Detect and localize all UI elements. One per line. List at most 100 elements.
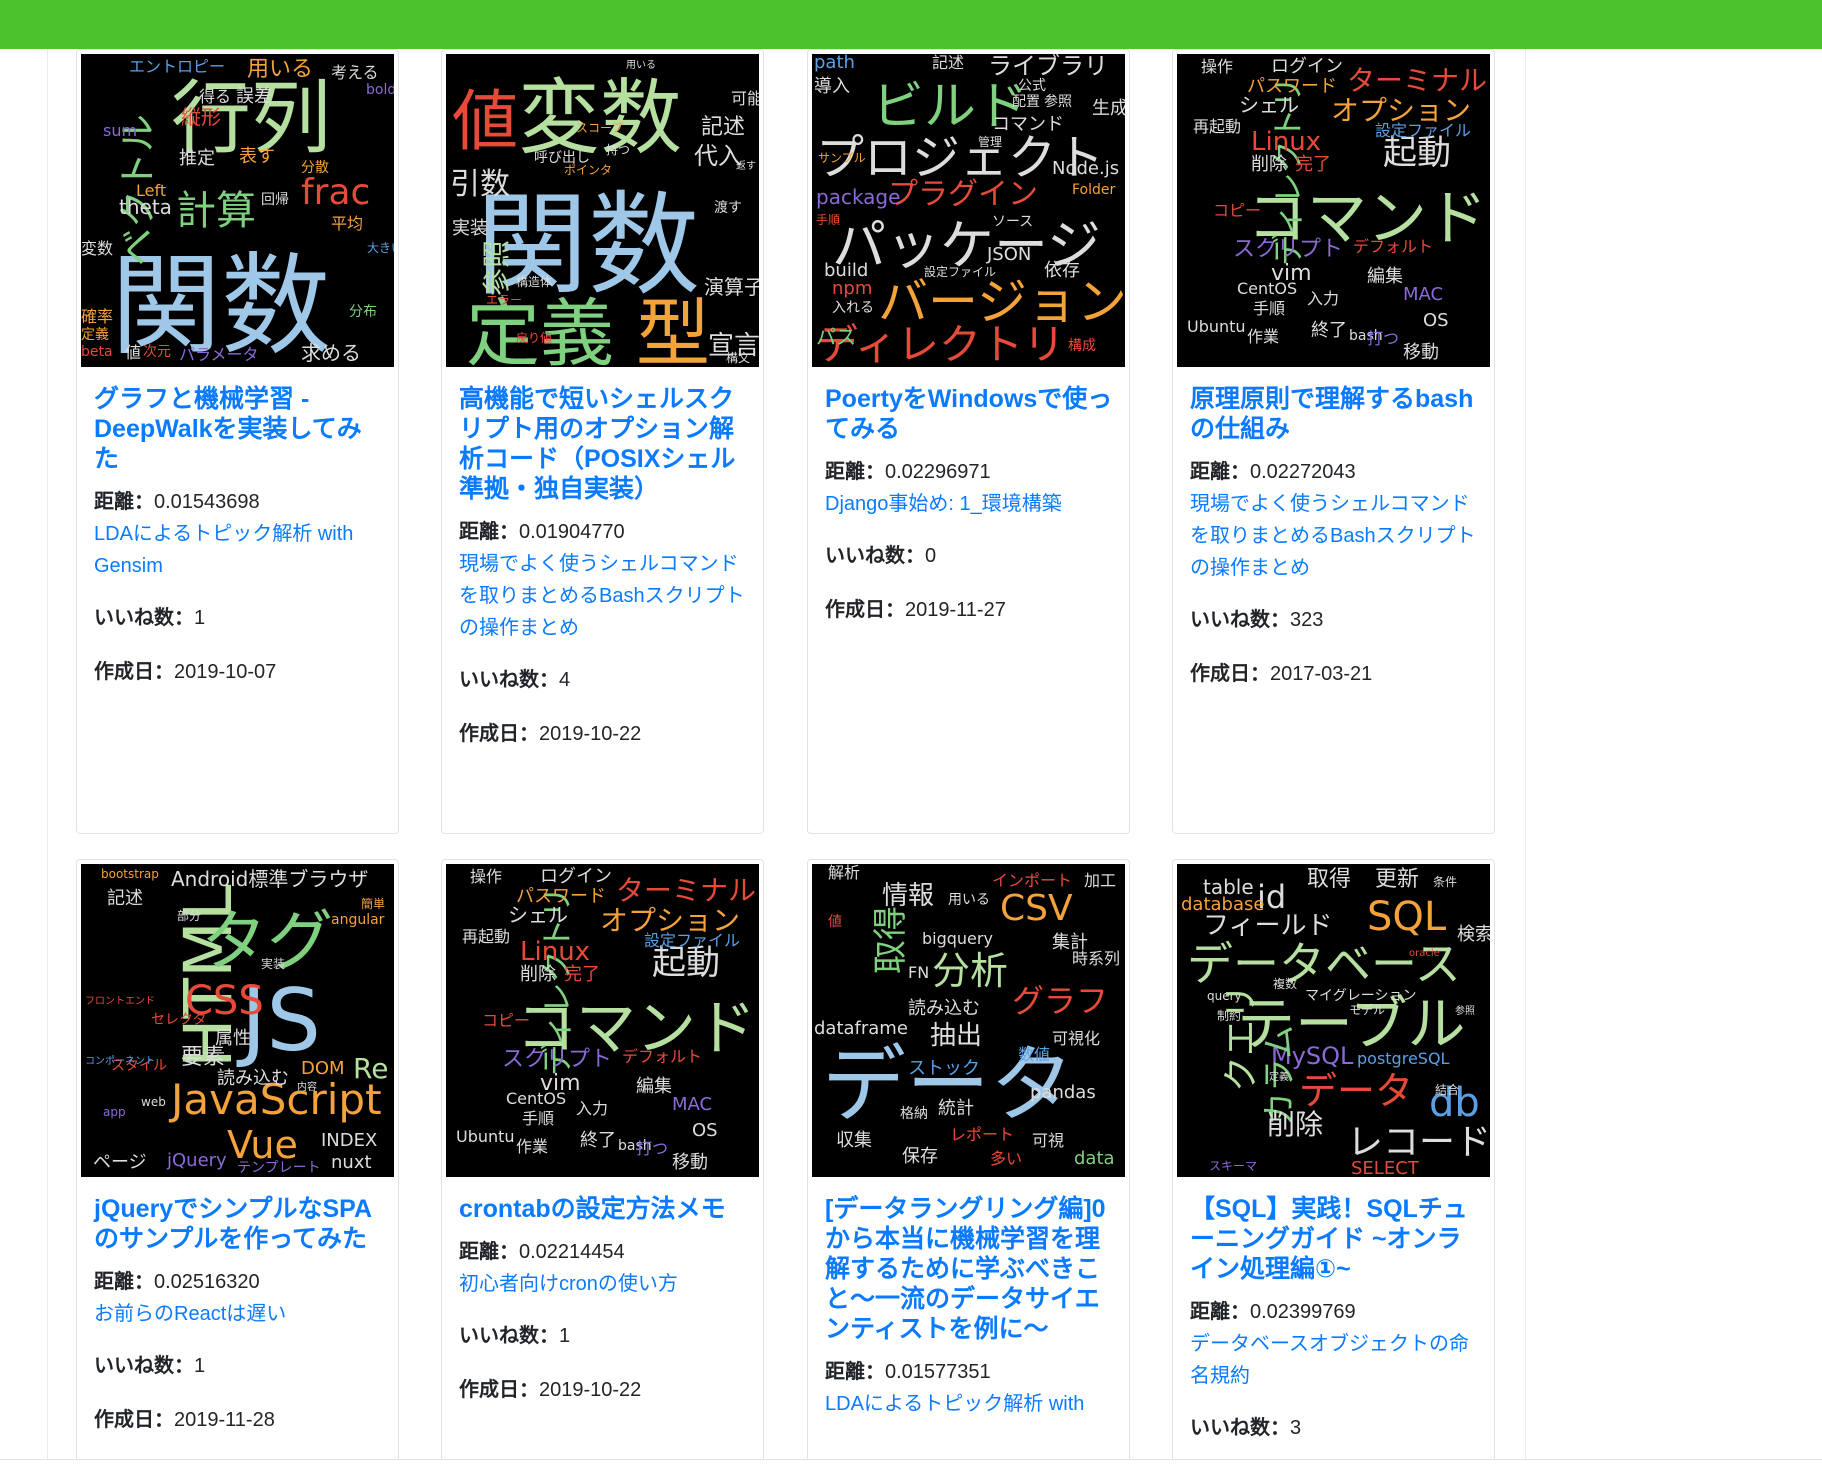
related-article-link[interactable]: お前らのReactは遅い [94,1298,384,1330]
article-title-link[interactable]: PoertyをWindowsで使ってみる [825,384,1115,444]
cloud-word: 内容 [297,1080,317,1093]
article-card: HTML タグ JS CSS JavaScript Vue Re・Act And… [76,859,399,1459]
related-article-link[interactable]: Django事始め: 1_環境構築 [825,488,1115,520]
cloud-word: sum [103,121,137,140]
cloud-word: CentOS [1237,279,1297,298]
cloud-word: データ [1299,1069,1413,1113]
likes-row: いいね数：3 [1190,1412,1480,1444]
distance-label: 距離： [94,1271,154,1293]
likes-label: いいね数： [94,607,194,629]
article-title-link[interactable]: 高機能で短いシェルスクリプト用のオプション解析コード（POSIXシェル準拠・独自… [459,384,749,504]
cloud-word: 削除 [1251,154,1287,175]
cloud-word: Node.js [1052,158,1119,179]
cloud-word: 考える [331,63,379,82]
cloud-word: 加工 [1084,871,1116,890]
related-article-link[interactable]: LDAによるトピック解析 with Gensim [94,518,384,582]
cloud-word: 操作 [470,867,502,886]
cloud-word: ターミナル [616,874,756,907]
word-cloud-image[interactable]: データベース テーブル SQL id フィールド 取得 更新 table dat… [1177,864,1490,1177]
created-value: 2019-10-07 [174,661,277,683]
cloud-word: 求める [301,341,361,365]
cloud-word: 手順 [522,1109,554,1128]
word-cloud-image[interactable]: ビルド プロジェクト パッケージ バージョン ディレクトリ ライブラリ プラグイ… [812,54,1125,367]
created-value: 2019-11-28 [174,1409,275,1431]
cloud-word: モデル [1349,1002,1385,1017]
word-cloud-image[interactable]: 行列 関数 ベクトル 計算 frac 推定 表す 用いる 縦形 エントロピー 得… [81,54,394,367]
word-cloud-image[interactable]: 変数 関数 値 定義 型 引数 参照 宣言 記述 代入 可能 演算子 呼び出し … [446,54,759,367]
cloud-word: app [103,1105,126,1119]
likes-value: 1 [194,1355,206,1377]
cloud-word: クエリ [1221,984,1262,1092]
word-cloud-image[interactable]: データ 分析 CSV グラフ 取得 情報 抽出 解析 インポート 加工 値 用い… [812,864,1125,1177]
related-article-link[interactable]: 現場でよく使うシェルコマンドを取りまとめるBashスクリプトの操作まとめ [1190,488,1480,584]
cloud-word: 返す [736,160,756,172]
cloud-word: MAC [672,1094,712,1115]
article-title-link[interactable]: jQueryでシンプルなSPAのサンプルを作ってみた [94,1194,384,1254]
card-body: 【SQL】実践！SQLチューニングガイド ~オンライン処理編①~ 距離：0.02… [1190,1194,1480,1459]
cloud-word: CSV [1000,888,1073,929]
related-article-link[interactable]: 現場でよく使うシェルコマンドを取りまとめるBashスクリプトの操作まとめ [459,548,749,644]
cloud-word: 保存 [902,1146,938,1167]
article-title-link[interactable]: 【SQL】実践！SQLチューニングガイド ~オンライン処理編①~ [1190,1194,1480,1284]
cloud-word: 編集 [1367,266,1403,287]
cloud-word: Android標準ブラウザ [171,867,368,891]
cloud-word: 取得 [871,906,911,974]
article-title-link[interactable]: 原理原則で理解するbashの仕組み [1190,384,1480,444]
distance-row: 距離：0.01577351 [825,1356,1115,1388]
related-article-link[interactable]: データベースオブジェクトの命名規約 [1190,1328,1480,1392]
cloud-word: インポート [992,871,1072,890]
word-cloud-image[interactable]: HTML タグ JS CSS JavaScript Vue Re・Act And… [81,864,394,1177]
likes-value: 3 [1290,1417,1302,1439]
cloud-word: コンポーネント [85,1055,155,1067]
cloud-word: 打つ [1367,329,1399,348]
cloud-word: 参照 [480,240,513,296]
cloud-word: 完了 [1295,154,1331,175]
cloud-word: postgreSQL [1357,1049,1450,1068]
cloud-word: ページ [93,1152,147,1173]
cloud-word: データベース [1187,937,1461,991]
cloud-word: 管理 [978,134,1002,149]
distance-value: 0.02516320 [154,1271,260,1293]
article-title-link[interactable]: crontabの設定方法メモ [459,1194,749,1224]
cloud-word: 引数 [450,167,510,202]
cloud-word: 用いる [247,57,313,82]
cloud-word: npm [832,278,872,299]
likes-value: 323 [1290,609,1324,631]
article-title-link[interactable]: グラフと機械学習 - DeepWalkを実装してみた [94,384,384,474]
article-title-link[interactable]: [データラングリング編]0から本当に機械学習を理解するために学ぶべきこと〜一流の… [825,1194,1115,1344]
cloud-word: 定義 [1269,1070,1289,1083]
cloud-word: 代入 [694,142,742,170]
cloud-word: database [1181,894,1264,915]
cloud-word: Left [136,181,166,200]
cloud-word: ライブラリ [988,54,1108,80]
cloud-word: 設定ファイル [1375,121,1471,140]
cloud-word: スコープ [576,121,623,135]
related-article-link[interactable]: LDAによるトピック解析 with [825,1388,1115,1420]
cloud-word: 情報 [882,881,934,911]
cloud-word: OS [1423,310,1449,331]
cloud-word: 値 [452,83,518,160]
cloud-word: セレクタ [151,1012,206,1028]
cloud-word: 用いる [626,59,656,71]
cloud-word: コマンド [992,114,1064,135]
cloud-word: エラー [486,293,522,307]
word-cloud-image[interactable]: コマンド 起動 ターミナル オプション ディレクトリ Linux スクリプト デ… [1177,54,1490,367]
cloud-word: 多い [990,1149,1022,1168]
created-row: 作成日：2019-11-27 [825,594,1115,626]
word-cloud-image[interactable]: コマンド 起動 ターミナル オプション ディレクトリ Linux スクリプト デ… [446,864,759,1177]
cloud-word: ソース [992,214,1033,230]
cloud-word: ストック [908,1058,980,1079]
cloud-word: angular [331,912,385,928]
cloud-word: 戻り値 [516,330,552,345]
cloud-word: プラグイン [888,177,1038,212]
cloud-word: 導入 [814,76,850,97]
cloud-word: 設定ファイル [924,264,996,279]
related-article-link[interactable]: 初心者向けcronの使い方 [459,1268,749,1300]
cloud-word: 参照 [1455,1004,1475,1017]
card-body: [データラングリング編]0から本当に機械学習を理解するために学ぶべきこと〜一流の… [825,1194,1115,1440]
cloud-word: 表す [239,146,275,167]
cloud-word: 統計 [938,1098,974,1119]
cloud-word: 公式 [1018,78,1046,94]
cloud-word: 数値 [1018,1045,1050,1064]
cloud-word: 読み込む [217,1068,289,1089]
